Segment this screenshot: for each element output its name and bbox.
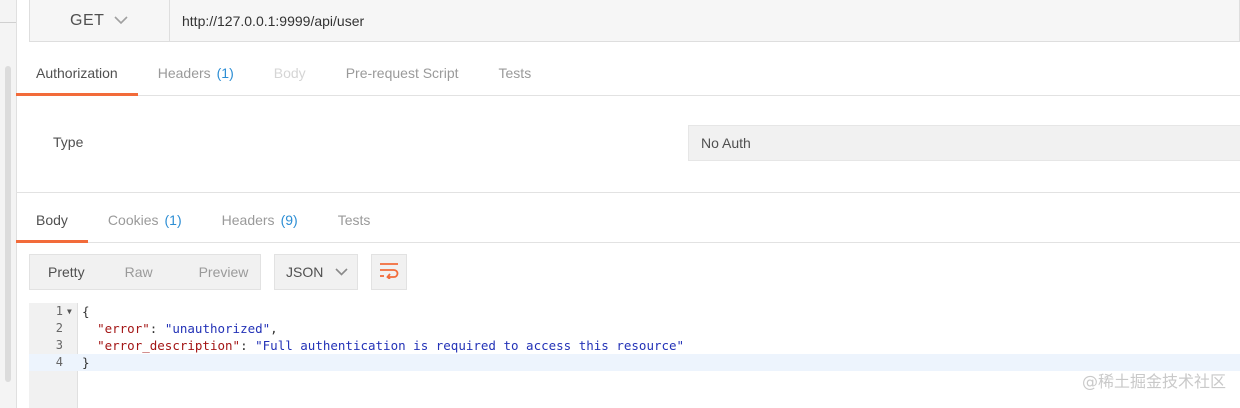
chevron-down-icon (114, 13, 128, 28)
tab-count-badge: (1) (216, 65, 234, 81)
json-string: "unauthorized" (164, 321, 271, 336)
tab-label: Cookies (107, 212, 159, 228)
tab-label: Authorization (36, 65, 118, 81)
url-input[interactable]: http://127.0.0.1:9999/api/user (182, 0, 364, 41)
line-number: 2 (55, 321, 63, 335)
auth-type-select[interactable]: No Auth (688, 125, 1240, 161)
watermark: @稀土掘金技术社区 (1081, 372, 1226, 391)
tab-response-headers[interactable]: Headers (9) (202, 198, 318, 242)
tab-label: Headers (221, 212, 275, 228)
authorization-panel: Type No Auth (16, 96, 1240, 193)
request-bar: GET http://127.0.0.1:9999/api/user (29, 0, 1240, 42)
wrap-lines-button[interactable] (371, 254, 407, 290)
code-line-current: 4 } (29, 354, 1240, 371)
chevron-down-icon (335, 265, 348, 279)
tab-pre-request-script[interactable]: Pre-request Script (326, 51, 479, 95)
code-line: 1 ▼ { (29, 303, 1240, 320)
code-text: "error_description": "Full authenticatio… (97, 338, 685, 353)
preview-button[interactable]: Preview (181, 264, 249, 280)
code-text: } (82, 355, 90, 370)
json-key: "error_description" (97, 338, 241, 353)
format-label: JSON (286, 264, 324, 280)
method-select[interactable]: GET (30, 0, 170, 41)
line-number: 1 (55, 304, 63, 318)
view-mode-group: Pretty Raw Preview (29, 254, 261, 290)
tab-body[interactable]: Body (254, 51, 326, 95)
left-sidebar-edge (0, 0, 17, 408)
code-line: 3 "error_description": "Full authenticat… (29, 337, 1240, 354)
sidebar-divider (0, 22, 16, 23)
tab-label: Pre-request Script (345, 65, 459, 81)
fold-arrow-icon[interactable]: ▼ (67, 303, 72, 320)
line-number: 3 (55, 338, 63, 352)
pretty-button[interactable]: Pretty (30, 264, 85, 280)
tab-headers[interactable]: Headers (1) (138, 51, 254, 95)
tab-cookies[interactable]: Cookies (1) (88, 198, 202, 242)
json-string: "Full authentication is required to acce… (255, 338, 685, 353)
tab-label: Body (273, 65, 306, 81)
tab-label: Body (36, 212, 68, 228)
line-number: 4 (55, 355, 63, 369)
code-line: 2 "error": "unauthorized", (29, 320, 1240, 337)
tab-response-tests[interactable]: Tests (318, 198, 391, 242)
format-select[interactable]: JSON (274, 254, 358, 290)
tab-label: Headers (157, 65, 211, 81)
json-punct: , (270, 321, 278, 336)
tab-response-body[interactable]: Body (16, 198, 88, 243)
request-tabs: Authorization Headers (1) Body Pre-reque… (16, 51, 1240, 96)
sidebar-scrollbar[interactable] (5, 66, 11, 382)
tab-authorization[interactable]: Authorization (16, 51, 138, 96)
raw-button[interactable]: Raw (107, 264, 153, 280)
response-tabs: Body Cookies (1) Headers (9) Tests (16, 198, 1240, 243)
code-text: { (82, 304, 90, 319)
method-label: GET (70, 11, 105, 29)
tab-label: Tests (337, 212, 371, 228)
tab-count-badge: (1) (164, 212, 182, 228)
tab-tests[interactable]: Tests (479, 51, 552, 95)
tab-label: Tests (498, 65, 532, 81)
json-key: "error" (97, 321, 150, 336)
auth-type-label: Type (53, 134, 84, 150)
wrap-lines-icon (378, 261, 400, 284)
code-text: "error": "unauthorized", (97, 321, 278, 336)
tab-count-badge: (9) (280, 212, 298, 228)
response-body-viewer[interactable]: 1 ▼ { 2 "error": "unauthorized", 3 "erro… (29, 303, 1240, 408)
